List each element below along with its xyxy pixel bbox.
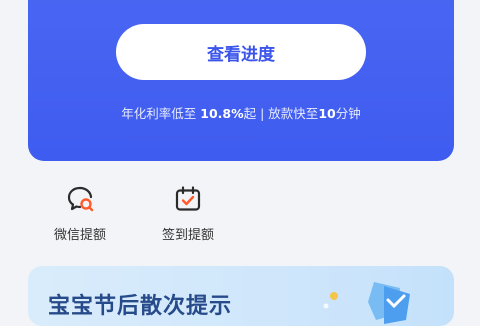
quick-action-label: 签到提额 — [161, 228, 214, 243]
rate-value: 10.8% — [200, 106, 244, 121]
calendar-check-icon — [173, 184, 203, 214]
rate-prefix: 年化利率低至 — [121, 106, 197, 121]
promo-banner[interactable]: 宝宝节后散次提示 — [28, 266, 454, 326]
loan-time-value: 10 — [318, 106, 336, 121]
quick-action-wechat[interactable]: 微信提额 — [40, 184, 120, 243]
hero-card: 查看进度 年化利率低至 10.8%起 | 放款快至10分钟 — [28, 0, 454, 161]
rate-suffix: 起 | 放款快至 — [243, 106, 319, 121]
quick-action-label: 微信提额 — [53, 228, 106, 243]
loan-time-suffix: 分钟 — [335, 106, 361, 121]
quick-action-checkin[interactable]: 签到提额 — [148, 184, 228, 243]
shield-illustration-icon — [314, 274, 434, 326]
wechat-chat-icon — [65, 184, 95, 214]
promo-title: 宝宝节后散次提示 — [48, 294, 233, 319]
view-progress-button[interactable]: 查看进度 — [116, 24, 366, 80]
rate-info: 年化利率低至 10.8%起 | 放款快至10分钟 — [28, 103, 454, 122]
